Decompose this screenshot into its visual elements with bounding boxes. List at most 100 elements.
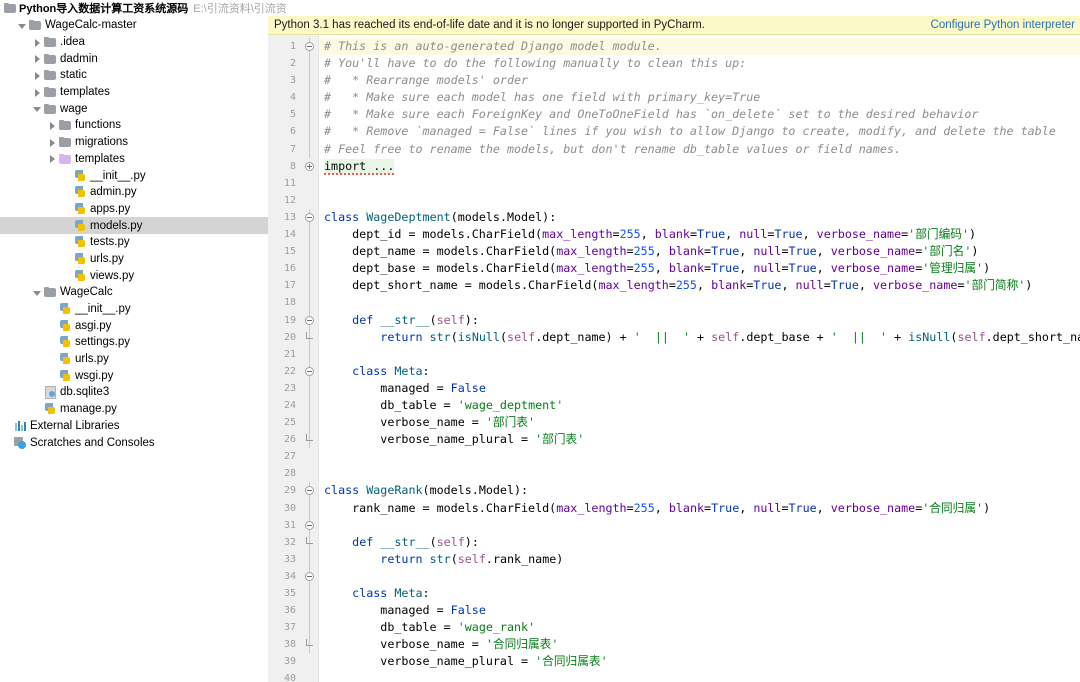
tree-item-functions[interactable]: functions — [0, 117, 268, 134]
templates-folder-icon — [59, 153, 71, 164]
no-arrow-spacer — [62, 270, 73, 281]
code-line[interactable]: rank_name = models.CharField(max_length=… — [319, 500, 1080, 517]
chevron-right-icon[interactable] — [47, 137, 58, 148]
fold-region-end-icon[interactable] — [306, 331, 313, 339]
code-line[interactable]: return str(isNull(self.dept_name) + ' ||… — [319, 329, 1080, 346]
tree-item-asgi-py[interactable]: asgi.py — [0, 317, 268, 334]
code-line[interactable]: # * Make sure each model has one field w… — [319, 89, 1080, 106]
code-line[interactable]: class WageDeptment(models.Model): — [319, 209, 1080, 226]
code-line[interactable] — [319, 670, 1080, 682]
code-line[interactable]: verbose_name = '合同归属表' — [319, 636, 1080, 653]
tree-item-templates[interactable]: templates — [0, 84, 268, 101]
code-line[interactable]: dept_base = models.CharField(max_length=… — [319, 260, 1080, 277]
fold-expand-icon[interactable] — [305, 161, 314, 171]
tree-item-wage[interactable]: wage — [0, 100, 268, 117]
code-area[interactable]: 1 2 3 4 5 6 7 8 11 12 13 14 15 16 17 18 19 20 21 22 23 24 25 26… — [268, 35, 1080, 682]
tree-item-db-sqlite3[interactable]: db.sqlite3 — [0, 384, 268, 401]
code-line[interactable]: dept_short_name = models.CharField(max_l… — [319, 277, 1080, 294]
project-tree-panel[interactable]: WageCalc-master .idea dadmin static template… — [0, 16, 268, 682]
fold-region-end-icon[interactable] — [306, 536, 313, 544]
tree-item-label: wage — [60, 102, 88, 115]
code-line[interactable] — [319, 568, 1080, 585]
fold-region-end-icon[interactable] — [306, 639, 313, 647]
code-line[interactable]: # You'll have to do the following manual… — [319, 55, 1080, 72]
tree-item--init-py[interactable]: __init__.py — [0, 167, 268, 184]
chevron-down-icon[interactable] — [17, 20, 28, 31]
tree-item-apps-py[interactable]: apps.py — [0, 201, 268, 218]
code-line[interactable]: managed = False — [319, 602, 1080, 619]
tree-item-scratches-and-consoles[interactable]: Scratches and Consoles — [0, 434, 268, 451]
fold-collapse-icon[interactable] — [305, 571, 314, 581]
line-number: 16 — [283, 263, 296, 275]
tree-item-label: WageCalc-master — [45, 19, 137, 32]
code-line[interactable]: db_table = 'wage_rank' — [319, 619, 1080, 636]
tree-item-tests-py[interactable]: tests.py — [0, 234, 268, 251]
fold-collapse-icon[interactable] — [305, 42, 314, 51]
chevron-down-icon[interactable] — [32, 287, 43, 298]
code-line[interactable] — [319, 192, 1080, 209]
code-line[interactable]: # This is an auto-generated Django model… — [319, 38, 1080, 56]
code-line[interactable]: import ... — [319, 158, 1080, 175]
code-line[interactable]: verbose_name_plural = '合同归属表' — [319, 653, 1080, 670]
code-line[interactable] — [319, 175, 1080, 192]
code-line[interactable]: dept_name = models.CharField(max_length=… — [319, 243, 1080, 260]
fold-collapse-icon[interactable] — [305, 212, 314, 222]
code-line[interactable]: class Meta: — [319, 363, 1080, 380]
code-line[interactable] — [319, 294, 1080, 311]
tree-item-views-py[interactable]: views.py — [0, 267, 268, 284]
fold-region-end-icon[interactable] — [306, 434, 313, 442]
tree-item-wagecalc-master[interactable]: WageCalc-master — [0, 17, 268, 34]
code-line[interactable]: db_table = 'wage_deptment' — [319, 397, 1080, 414]
code-folding-gutter[interactable] — [302, 35, 319, 682]
code-line[interactable]: dept_id = models.CharField(max_length=25… — [319, 226, 1080, 243]
tree-item-wsgi-py[interactable]: wsgi.py — [0, 367, 268, 384]
code-line[interactable] — [319, 346, 1080, 363]
code-line[interactable] — [319, 517, 1080, 534]
code-line[interactable]: def __str__(self): — [319, 312, 1080, 329]
chevron-right-icon[interactable] — [32, 70, 43, 81]
fold-collapse-icon[interactable] — [305, 366, 314, 376]
fold-collapse-icon[interactable] — [305, 520, 314, 530]
chevron-down-icon[interactable] — [32, 103, 43, 114]
code-line[interactable]: verbose_name = '部门表' — [319, 414, 1080, 431]
code-line[interactable]: # * Remove `managed = False` lines if yo… — [319, 123, 1080, 140]
tree-item--idea[interactable]: .idea — [0, 34, 268, 51]
chevron-right-icon[interactable] — [47, 153, 58, 164]
code-line[interactable]: class WageRank(models.Model): — [319, 482, 1080, 499]
tree-item-settings-py[interactable]: settings.py — [0, 334, 268, 351]
tree-item-external-libraries[interactable]: External Libraries — [0, 418, 268, 435]
code-line[interactable]: # * Make sure each ForeignKey and OneToO… — [319, 106, 1080, 123]
tree-item-models-py[interactable]: models.py — [0, 217, 268, 234]
tree-item-manage-py[interactable]: manage.py — [0, 401, 268, 418]
fold-collapse-icon[interactable] — [305, 486, 314, 496]
chevron-right-icon[interactable] — [32, 37, 43, 48]
chevron-right-icon[interactable] — [47, 120, 58, 131]
code-line[interactable]: return str(self.rank_name) — [319, 551, 1080, 568]
code-line[interactable]: class Meta: — [319, 585, 1080, 602]
fold-collapse-icon[interactable] — [305, 315, 314, 325]
tree-item-migrations[interactable]: migrations — [0, 134, 268, 151]
configure-python-interpreter-link[interactable]: Configure Python interpreter — [931, 19, 1075, 31]
code-line[interactable] — [319, 448, 1080, 465]
tree-item-templates[interactable]: templates — [0, 151, 268, 168]
tree-item-urls-py[interactable]: urls.py — [0, 251, 268, 268]
line-number: 20 — [283, 331, 296, 343]
code-line[interactable]: managed = False — [319, 380, 1080, 397]
code-line[interactable]: # Feel free to rename the models, but do… — [319, 141, 1080, 158]
notification-bar: Python 3.1 has reached its end-of-life d… — [268, 16, 1080, 35]
tree-item-static[interactable]: static — [0, 67, 268, 84]
tree-item-urls-py[interactable]: urls.py — [0, 351, 268, 368]
chevron-right-icon[interactable] — [32, 53, 43, 64]
code-content[interactable]: # This is an auto-generated Django model… — [319, 35, 1080, 682]
code-line[interactable] — [319, 465, 1080, 482]
code-line[interactable]: # * Rearrange models' order — [319, 72, 1080, 89]
tree-item--init-py[interactable]: __init__.py — [0, 301, 268, 318]
tree-item-admin-py[interactable]: admin.py — [0, 184, 268, 201]
python-file-icon — [74, 219, 86, 232]
tree-item-wagecalc[interactable]: WageCalc — [0, 284, 268, 301]
tree-item-dadmin[interactable]: dadmin — [0, 50, 268, 67]
chevron-right-icon[interactable] — [32, 87, 43, 98]
code-line[interactable]: verbose_name_plural = '部门表' — [319, 431, 1080, 448]
fold-row — [302, 636, 318, 654]
code-line[interactable]: def __str__(self): — [319, 534, 1080, 551]
